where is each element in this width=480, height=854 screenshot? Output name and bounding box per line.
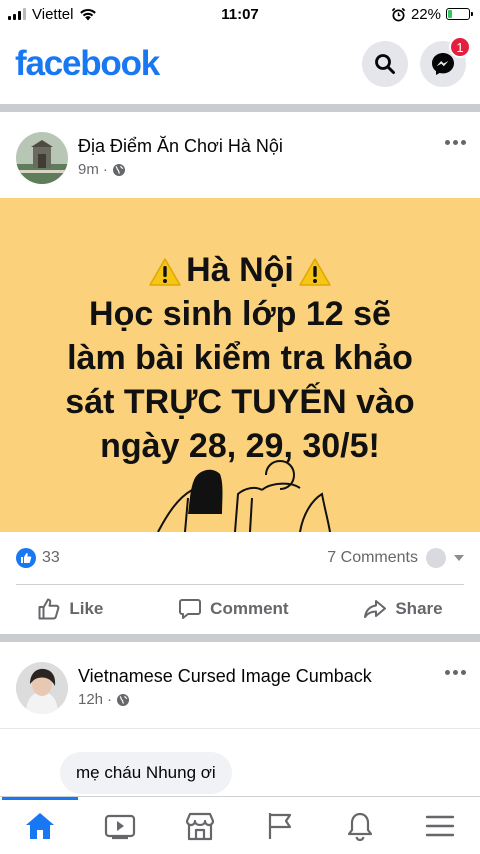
- tab-menu[interactable]: [400, 797, 480, 854]
- flag-icon: [268, 812, 292, 839]
- share-label: Share: [395, 599, 443, 618]
- post-header: Vietnamese Cursed Image Cumback 12h ·: [0, 648, 480, 728]
- post-author[interactable]: Địa Điểm Ăn Chơi Hà Nội: [78, 136, 283, 157]
- home-icon: [26, 812, 54, 839]
- menu-icon: [425, 815, 455, 836]
- facebook-logo[interactable]: facebook: [15, 44, 160, 84]
- feed-divider: [0, 104, 480, 112]
- image-line-2: Học sinh lớp 12 sẽ: [89, 295, 391, 333]
- post-image[interactable]: Hà Nội Học sinh lớp 12 sẽ làm bài kiểm t…: [0, 198, 480, 532]
- image-headline: Hà Nội: [186, 251, 294, 289]
- post-content[interactable]: mẹ cháu Nhung ơi: [0, 740, 480, 796]
- notification-badge: 1: [449, 36, 471, 58]
- share-icon: [364, 600, 387, 618]
- chevron-down-icon[interactable]: [454, 555, 464, 561]
- post-time-label: 9m: [78, 161, 99, 178]
- post-timestamp: 9m ·: [78, 161, 283, 178]
- thumbs-up-icon: [38, 598, 60, 620]
- bottom-tab-bar: [0, 796, 480, 854]
- status-right: 22%: [391, 5, 473, 23]
- video-icon: [104, 814, 136, 839]
- clock: 11:07: [221, 5, 259, 23]
- tab-pages[interactable]: [240, 797, 320, 854]
- comments-count[interactable]: 7 Comments: [327, 549, 418, 567]
- image-line-3: làm bài kiểm tra khảo: [67, 339, 413, 377]
- comment-label: Comment: [210, 599, 289, 618]
- post-timestamp: 12h ·: [78, 691, 372, 708]
- tab-watch[interactable]: [80, 797, 160, 854]
- search-icon: [375, 54, 395, 74]
- viewer-avatar: [426, 548, 446, 568]
- app-header: facebook 1: [0, 28, 480, 100]
- warning-icon: [299, 258, 331, 286]
- image-line-5: ngày 28, 29, 30/5!: [100, 427, 380, 465]
- image-line-4: sát TRỰC TUYẾN vào: [65, 383, 415, 421]
- comments-summary[interactable]: 7 Comments: [327, 548, 464, 568]
- globe-icon: [112, 163, 125, 176]
- like-button[interactable]: Like: [37, 597, 103, 621]
- warning-icon: [149, 258, 181, 286]
- globe-icon: [117, 693, 130, 706]
- comment-button[interactable]: Comment: [178, 597, 289, 621]
- tab-notifications[interactable]: [320, 797, 400, 854]
- comment-bubble: mẹ cháu Nhung ơi: [60, 752, 232, 794]
- search-button[interactable]: [362, 41, 408, 87]
- page-avatar[interactable]: [16, 662, 68, 714]
- tab-home[interactable]: [0, 796, 80, 854]
- wifi-icon: [80, 8, 97, 20]
- post-time-label: 12h: [78, 691, 104, 708]
- post-author[interactable]: Vietnamese Cursed Image Cumback: [78, 666, 372, 687]
- messenger-button[interactable]: 1: [420, 36, 471, 87]
- page-avatar[interactable]: [16, 132, 68, 184]
- image-line-1: Hà Nội: [0, 248, 480, 292]
- more-options-icon[interactable]: [445, 140, 466, 145]
- share-button[interactable]: Share: [363, 597, 443, 621]
- alarm-icon: [391, 7, 406, 21]
- like-reaction-icon: [16, 548, 36, 568]
- marketplace-icon: [185, 812, 215, 840]
- like-label: Like: [69, 599, 104, 618]
- bell-icon: [347, 812, 373, 841]
- reactions-row: 33 7 Comments: [0, 540, 480, 576]
- post-header: Địa Điểm Ăn Chơi Hà Nội 9m ·: [0, 118, 480, 198]
- comment-icon: [179, 599, 202, 619]
- more-options-icon[interactable]: [445, 670, 466, 675]
- header-actions: 1: [362, 36, 471, 87]
- battery-percent: 22%: [410, 5, 441, 23]
- like-count: 33: [42, 549, 60, 567]
- post-meta: Địa Điểm Ăn Chơi Hà Nội 9m ·: [78, 136, 283, 184]
- post-meta: Vietnamese Cursed Image Cumback 12h ·: [78, 666, 372, 714]
- signal-icon: [8, 8, 26, 20]
- feed-divider: [0, 634, 480, 642]
- carrier-label: Viettel: [32, 5, 74, 23]
- status-left: Viettel: [8, 6, 97, 23]
- battery-icon: [446, 8, 473, 20]
- post-actions: Like Comment Share: [0, 586, 480, 632]
- actions-divider: [16, 584, 464, 585]
- tab-marketplace[interactable]: [160, 797, 240, 854]
- post-divider: [0, 728, 480, 729]
- like-summary[interactable]: 33: [16, 548, 60, 568]
- image-caption: Hà Nội Học sinh lớp 12 sẽ làm bài kiểm t…: [0, 248, 480, 468]
- status-bar: Viettel 11:07 22%: [0, 0, 480, 28]
